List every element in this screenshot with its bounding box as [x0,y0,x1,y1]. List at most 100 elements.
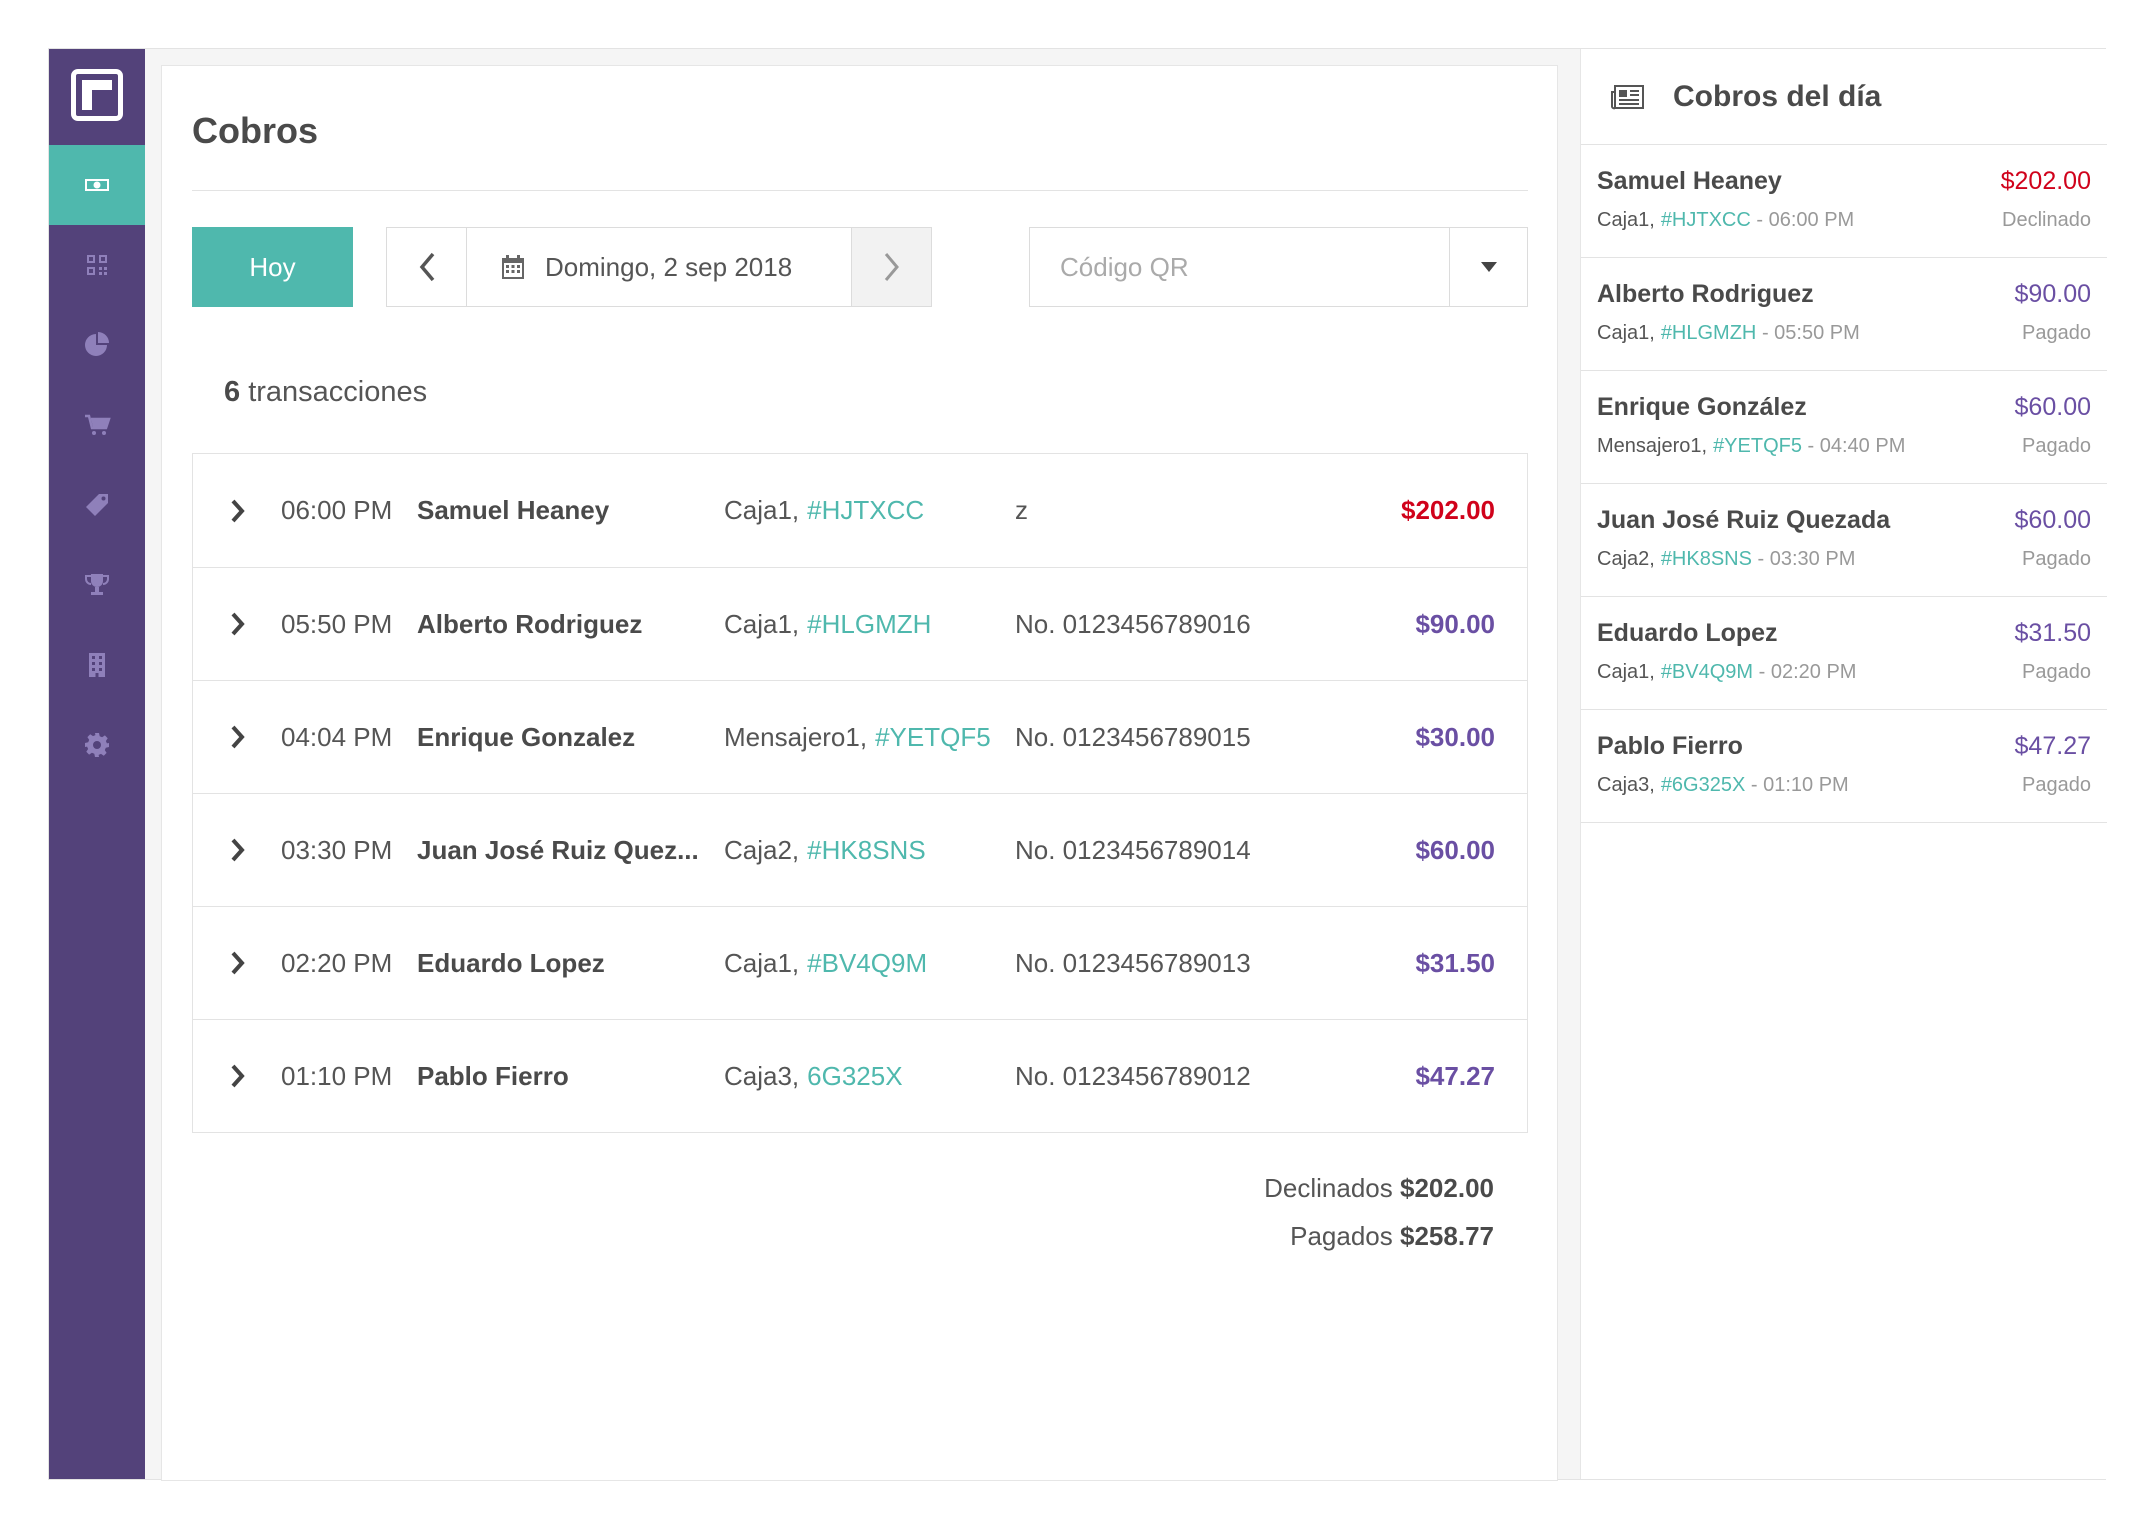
table-row[interactable]: 04:04 PM Enrique Gonzalez Mensajero1, #YETQ… [193,680,1527,793]
dropdown-toggle[interactable] [1449,228,1527,306]
table-row[interactable]: 01:10 PM Pablo Fierro Caja3, 6G325X No. 0123… [193,1019,1527,1132]
payment-status: Declinado [2002,209,2091,231]
totals: Declinados $202.00 Pagados $258.77 [1264,1164,1494,1260]
list-item[interactable]: Juan José Ruiz Quezada $60.00 Caja2, #HK8SN… [1581,484,2107,597]
payment-amount: $60.00 [2014,506,2091,534]
customer-name: Pablo Fierro [417,1060,569,1091]
list-item[interactable]: Samuel Heaney $202.00 Caja1, #HJTXCC - 06:0… [1581,145,2107,258]
sidebar-item-rewards[interactable] [49,545,145,625]
transaction-code[interactable]: #HK8SNS [807,835,926,866]
transaction-time: 06:00 PM [281,495,393,525]
terminal-name: Mensajero1, [724,721,868,752]
terminal-name: Caja3, [724,1060,800,1091]
list-item[interactable]: Eduardo Lopez $31.50 Caja1, #BV4Q9M - 02:20… [1581,597,2107,710]
expand-row-button[interactable] [229,454,251,567]
payment-amount: $47.27 [2014,732,2091,760]
payment-meta: Caja1, #HJTXCC - 06:00 PM [1597,209,1854,232]
sidebar-item-cart[interactable] [49,385,145,465]
cart-icon [85,414,111,435]
transaction-time: 03:30 PM [281,834,393,865]
transaction-code[interactable]: #BV4Q9M [807,948,927,979]
calendar-icon [502,255,524,279]
payment-time: - 02:20 PM [1753,661,1857,683]
date-picker[interactable]: Domingo, 2 sep 2018 [467,228,851,306]
trophy-icon [85,574,109,595]
transaction-time: 02:20 PM [281,947,393,978]
logo[interactable] [71,69,123,121]
list-item[interactable]: Enrique González $60.00 Mensajero1, #YETQF5… [1581,371,2107,484]
transaction-code[interactable]: #YETQF5 [1713,435,1802,457]
payer-name: Pablo Fierro [1597,732,1743,760]
expand-row-button[interactable] [229,681,251,793]
transaction-code[interactable]: #HJTXCC [807,495,924,526]
list-item[interactable]: Pablo Fierro $47.27 Caja3, #6G325X - 01:10 … [1581,710,2107,823]
building-icon [89,653,105,677]
sidebar-item-tickets[interactable] [49,465,145,545]
payment-time: - 06:00 PM [1750,209,1855,231]
page-title: Cobros [192,110,318,151]
tag-icon [86,494,108,516]
payment-time: - 01:10 PM [1745,774,1849,796]
expand-row-button[interactable] [229,794,251,906]
payment-time: - 05:50 PM [1756,322,1860,344]
next-day-button[interactable] [851,228,931,306]
app-window: Cobros Hoy Domingo, 2 sep 2018 Código QR… [48,48,2107,1481]
table-row[interactable]: 06:00 PM Samuel Heaney Caja1, #HJTXCC z $202.… [193,454,1527,567]
transaction-time: 01:10 PM [281,1060,393,1091]
transaction-count-label: transacciones [240,376,428,408]
transaction-amount: $90.00 [1415,608,1495,639]
sidebar-item-qr[interactable] [49,225,145,305]
payer-name: Samuel Heaney [1597,167,1782,195]
transaction-count: 6 transacciones [224,376,427,409]
payment-amount: $90.00 [2014,280,2091,308]
terminal: Caja1, #HLGMZH [724,568,931,680]
transaction-code[interactable]: #HLGMZH [1661,322,1757,344]
payer-name: Enrique González [1597,393,1807,421]
declined-total: Declinados $202.00 [1264,1164,1494,1212]
terminal-name: Caja2, [724,834,800,865]
chevron-right-icon [884,253,899,281]
customer-name: Eduardo Lopez [417,947,605,978]
payment-time: - 04:40 PM [1801,435,1906,457]
transaction-code[interactable]: #HK8SNS [1661,548,1752,570]
sidebar-item-reports[interactable] [49,305,145,385]
payer-name: Eduardo Lopez [1597,619,1778,647]
today-button[interactable]: Hoy [192,227,353,307]
sidebar [49,49,145,1479]
pie-chart-icon [85,332,109,356]
main-panel: Cobros Hoy Domingo, 2 sep 2018 Código QR… [161,65,1558,1481]
chevron-right-icon [231,725,245,749]
terminal: Caja1, #BV4Q9M [724,907,927,1019]
transaction-code[interactable]: 6G325X [807,1061,902,1092]
table-row[interactable]: 03:30 PM Juan José Ruiz Quez... Caja2, #HK8… [193,793,1527,906]
reference-number: No. 0123456789013 [1015,947,1251,978]
transaction-amount: $31.50 [1415,947,1495,978]
transaction-code[interactable]: #HLGMZH [807,609,931,640]
expand-row-button[interactable] [229,1020,251,1132]
chevron-right-icon [231,612,245,636]
table-row[interactable]: 02:20 PM Eduardo Lopez Caja1, #BV4Q9M No. 01… [193,906,1527,1019]
sidebar-item-company[interactable] [49,625,145,705]
table-row[interactable]: 05:50 PM Alberto Rodriguez Caja1, #HLGMZH No… [193,567,1527,680]
transaction-code[interactable]: #6G325X [1661,774,1746,796]
divider [192,190,1528,191]
expand-row-button[interactable] [229,568,251,680]
sidebar-item-cobros[interactable] [49,145,145,225]
terminal-name: Caja2, [1597,548,1655,570]
sidebar-item-settings[interactable] [49,705,145,785]
transaction-code[interactable]: #YETQF5 [875,722,991,753]
transaction-code[interactable]: #HJTXCC [1661,209,1751,231]
terminal: Caja3, 6G325X [724,1020,903,1132]
previous-day-button[interactable] [387,228,467,306]
payment-amount: $202.00 [2000,167,2091,195]
terminal: Caja1, #HJTXCC [724,454,924,567]
chevron-left-icon [419,252,434,282]
gear-icon [85,733,109,757]
qr-code-select[interactable]: Código QR [1029,227,1528,307]
expand-row-button[interactable] [229,907,251,1019]
transaction-amount: $30.00 [1415,721,1495,752]
list-item[interactable]: Alberto Rodriguez $90.00 Caja1, #HLGMZH - 0… [1581,258,2107,371]
payment-status: Pagado [2022,435,2091,457]
caret-down-icon [1480,262,1497,272]
transaction-code[interactable]: #BV4Q9M [1661,661,1753,683]
